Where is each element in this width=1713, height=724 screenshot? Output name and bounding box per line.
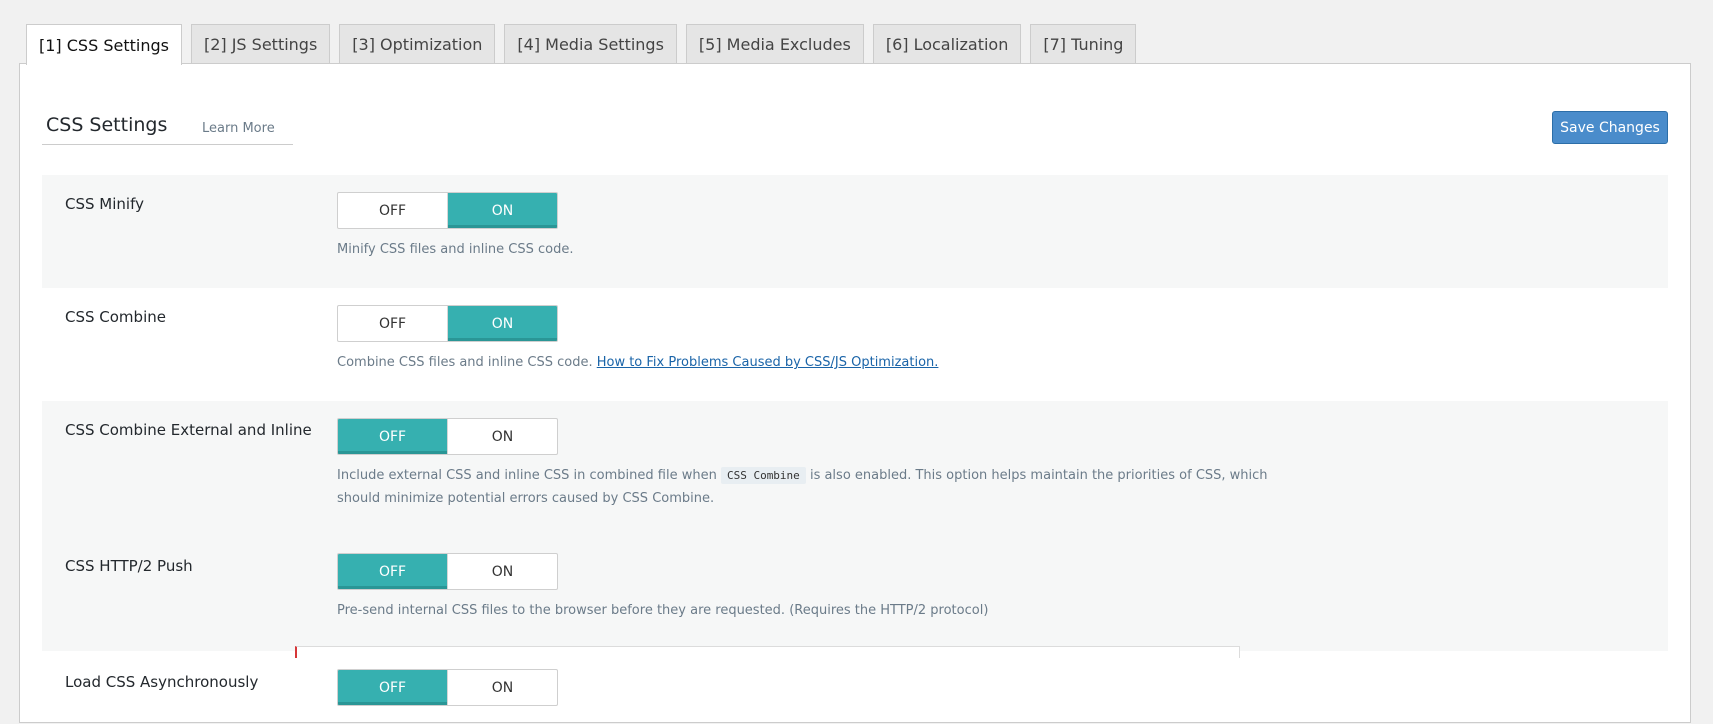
toggle-on-option[interactable]: ON [448, 670, 557, 705]
tab-optimization[interactable]: [3] Optimization [339, 24, 496, 64]
toggle-on-option[interactable]: ON [448, 419, 557, 454]
css-http2-push-toggle[interactable]: OFF ON [337, 553, 558, 590]
setting-description: Pre-send internal CSS files to the brows… [337, 603, 989, 618]
description-text: Combine CSS files and inline CSS code. [337, 355, 593, 370]
setting-label: CSS Minify [65, 195, 144, 213]
setting-label: CSS HTTP/2 Push [65, 557, 193, 575]
settings-panel: CSS Settings Learn More Save Changes CSS… [19, 63, 1691, 723]
learn-more-link[interactable]: Learn More [202, 121, 275, 136]
toggle-off-option[interactable]: OFF [338, 554, 448, 589]
setting-group-shaded: CSS Combine External and Inline OFF ON I… [42, 401, 1668, 651]
toggle-off-option[interactable]: OFF [338, 306, 448, 341]
css-minify-toggle[interactable]: OFF ON [337, 192, 558, 229]
settings-tabs: [1] CSS Settings [2] JS Settings [3] Opt… [26, 24, 1137, 65]
tab-media-settings[interactable]: [4] Media Settings [504, 24, 677, 64]
toggle-off-option[interactable]: OFF [338, 670, 448, 705]
toggle-on-option[interactable]: ON [448, 306, 557, 341]
truncated-textarea[interactable] [295, 646, 1240, 658]
inline-code: CSS Combine [720, 467, 806, 484]
toggle-off-option[interactable]: OFF [338, 419, 448, 454]
setting-description: Include external CSS and inline CSS in c… [337, 464, 1297, 510]
load-css-async-toggle[interactable]: OFF ON [337, 669, 558, 706]
setting-row-css-minify: CSS Minify OFF ON Minify CSS files and i… [42, 175, 1668, 288]
css-combine-toggle[interactable]: OFF ON [337, 305, 558, 342]
tab-tuning[interactable]: [7] Tuning [1030, 24, 1137, 64]
tab-js-settings[interactable]: [2] JS Settings [190, 24, 331, 64]
fix-problems-link[interactable]: How to Fix Problems Caused by CSS/JS Opt… [597, 355, 939, 370]
toggle-off-option[interactable]: OFF [338, 193, 448, 228]
section-header: CSS Settings Learn More [42, 114, 293, 145]
toggle-on-option[interactable]: ON [448, 554, 557, 589]
section-title: CSS Settings [46, 114, 168, 136]
setting-label: CSS Combine External and Inline [65, 421, 312, 439]
setting-label: Load CSS Asynchronously [65, 673, 259, 691]
toggle-on-option[interactable]: ON [448, 193, 557, 228]
setting-description: Minify CSS files and inline CSS code. [337, 242, 574, 257]
setting-description: Combine CSS files and inline CSS code. H… [337, 351, 1297, 374]
description-text: Include external CSS and inline CSS in c… [337, 468, 717, 483]
save-changes-button[interactable]: Save Changes [1552, 111, 1668, 144]
css-combine-external-inline-toggle[interactable]: OFF ON [337, 418, 558, 455]
setting-label: CSS Combine [65, 308, 166, 326]
tab-localization[interactable]: [6] Localization [872, 24, 1022, 64]
setting-row-css-combine: CSS Combine OFF ON Combine CSS files and… [42, 288, 1668, 401]
tab-media-excludes[interactable]: [5] Media Excludes [685, 24, 864, 64]
tab-css-settings[interactable]: [1] CSS Settings [26, 24, 182, 65]
setting-row-load-css-async: Load CSS Asynchronously OFF ON [42, 651, 1668, 724]
